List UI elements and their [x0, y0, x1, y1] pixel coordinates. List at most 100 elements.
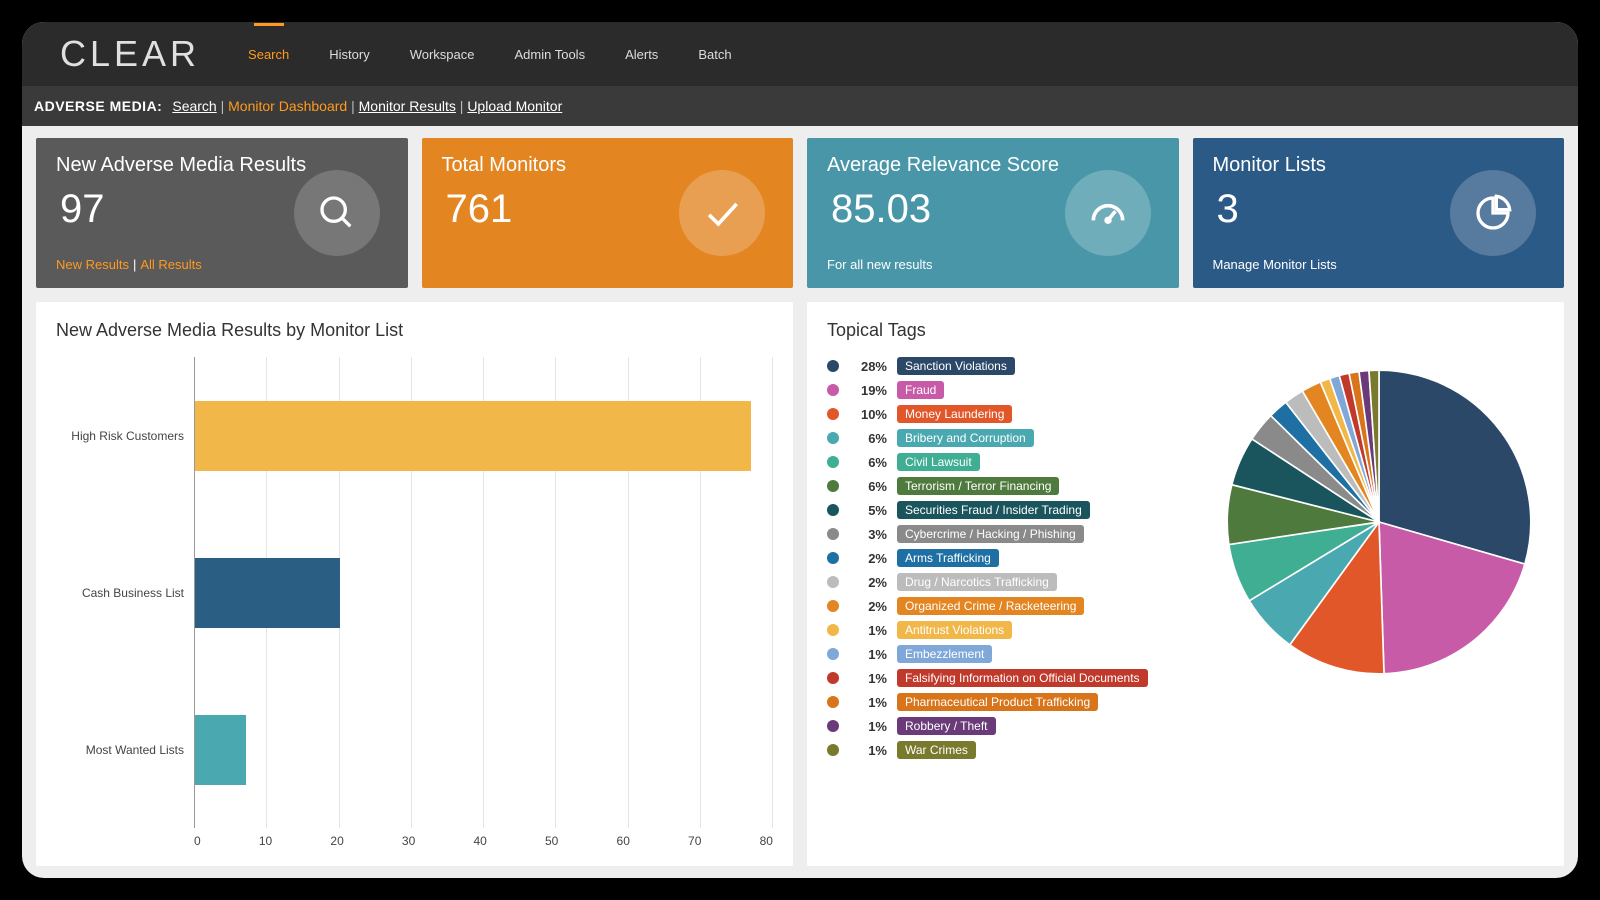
tag-row[interactable]: 6% Terrorism / Terror Financing [827, 477, 1194, 495]
tag-row[interactable]: 3% Cybercrime / Hacking / Phishing [827, 525, 1194, 543]
bar-x-tick: 50 [545, 834, 558, 848]
card-link[interactable]: All Results [140, 257, 201, 272]
sub-nav: ADVERSE MEDIA: Search | Monitor Dashboar… [22, 86, 1578, 126]
subnav-search[interactable]: Search [172, 98, 216, 114]
tag-label: Pharmaceutical Product Trafficking [897, 693, 1098, 711]
subnav-monitor-dashboard[interactable]: Monitor Dashboard [228, 98, 347, 114]
tag-row[interactable]: 2% Arms Trafficking [827, 549, 1194, 567]
tag-dot-icon [827, 360, 839, 372]
bar-chart-panel: New Adverse Media Results by Monitor Lis… [36, 302, 793, 866]
tag-pct: 10% [849, 407, 887, 422]
tag-pct: 2% [849, 551, 887, 566]
tag-pct: 3% [849, 527, 887, 542]
check-icon [679, 170, 765, 256]
tag-dot-icon [827, 648, 839, 660]
tag-pct: 1% [849, 743, 887, 758]
tag-row[interactable]: 19% Fraud [827, 381, 1194, 399]
tag-row[interactable]: 1% Falsifying Information on Official Doc… [827, 669, 1194, 687]
tag-dot-icon [827, 456, 839, 468]
tag-row[interactable]: 6%Civil Lawsuit [827, 453, 1194, 471]
tag-row[interactable]: 1%Antitrust Violations [827, 621, 1194, 639]
topnav-search[interactable]: Search [246, 23, 291, 86]
tag-dot-icon [827, 552, 839, 564]
tags-panel: Topical Tags 28%Sanction Violations 19% Fr… [807, 302, 1564, 866]
tag-pct: 1% [849, 671, 887, 686]
tag-label: Sanction Violations [897, 357, 1015, 375]
tag-label: Terrorism / Terror Financing [897, 477, 1059, 495]
gauge-icon [1065, 170, 1151, 256]
tag-dot-icon [827, 384, 839, 396]
tag-row[interactable]: 10% Money Laundering [827, 405, 1194, 423]
tag-row[interactable]: 6% Bribery and Corruption [827, 429, 1194, 447]
metric-card-2[interactable]: Total Monitors761 [422, 138, 794, 288]
tag-label: Money Laundering [897, 405, 1012, 423]
card-subtext: Manage Monitor Lists [1213, 257, 1337, 272]
tag-pct: 5% [849, 503, 887, 518]
metric-card-1[interactable]: New Adverse Media Results97New Results|A… [36, 138, 408, 288]
tag-label: Bribery and Corruption [897, 429, 1034, 447]
card-link[interactable]: New Results [56, 257, 129, 272]
tag-row[interactable]: 1% War Crimes [827, 741, 1194, 759]
bar [195, 715, 246, 785]
tag-dot-icon [827, 696, 839, 708]
tag-pct: 2% [849, 575, 887, 590]
tag-pct: 6% [849, 431, 887, 446]
tag-label: Arms Trafficking [897, 549, 999, 567]
tag-row[interactable]: 1%Robbery / Theft [827, 717, 1194, 735]
bar-x-tick: 40 [473, 834, 486, 848]
tag-row[interactable]: 1% Embezzlement [827, 645, 1194, 663]
search-icon [294, 170, 380, 256]
tag-row[interactable]: 1% Pharmaceutical Product Trafficking [827, 693, 1194, 711]
tag-pct: 19% [849, 383, 887, 398]
brand-logo: CLEAR [34, 33, 226, 75]
tag-row[interactable]: 2% Drug / Narcotics Trafficking [827, 573, 1194, 591]
tags-pie-chart [1214, 357, 1544, 687]
tag-pct: 2% [849, 599, 887, 614]
topnav-alerts[interactable]: Alerts [623, 23, 660, 86]
tag-label: War Crimes [897, 741, 976, 759]
tag-label: Fraud [897, 381, 944, 399]
bar-y-label: Most Wanted Lists [56, 743, 184, 757]
tag-dot-icon [827, 480, 839, 492]
metric-card-4[interactable]: Monitor Lists3Manage Monitor Lists [1193, 138, 1565, 288]
bar [195, 401, 751, 471]
tag-dot-icon [827, 504, 839, 516]
tag-row[interactable]: 28%Sanction Violations [827, 357, 1194, 375]
bar [195, 558, 340, 628]
tag-row[interactable]: 2% Organized Crime / Racketeering [827, 597, 1194, 615]
tag-row[interactable]: 5% Securities Fraud / Insider Trading [827, 501, 1194, 519]
tag-dot-icon [827, 600, 839, 612]
tag-label: Cybercrime / Hacking / Phishing [897, 525, 1084, 543]
tag-label: Civil Lawsuit [897, 453, 980, 471]
subnav-upload-monitor[interactable]: Upload Monitor [467, 98, 562, 114]
tag-pct: 1% [849, 647, 887, 662]
bar-x-tick: 20 [330, 834, 343, 848]
tag-label: Falsifying Information on Official Docum… [897, 669, 1148, 687]
tag-label: Antitrust Violations [897, 621, 1012, 639]
bar-x-tick: 60 [617, 834, 630, 848]
tag-dot-icon [827, 744, 839, 756]
subnav-monitor-results[interactable]: Monitor Results [359, 98, 456, 114]
bar-x-tick: 10 [259, 834, 272, 848]
tag-pct: 1% [849, 695, 887, 710]
card-subtext: For all new results [827, 257, 932, 272]
topnav-batch[interactable]: Batch [696, 23, 733, 86]
tag-label: Drug / Narcotics Trafficking [897, 573, 1057, 591]
tag-label: Embezzlement [897, 645, 992, 663]
topnav-workspace[interactable]: Workspace [408, 23, 477, 86]
bar-x-tick: 0 [194, 834, 201, 848]
tags-title: Topical Tags [827, 320, 1544, 341]
tag-dot-icon [827, 432, 839, 444]
metric-card-3[interactable]: Average Relevance Score85.03For all new … [807, 138, 1179, 288]
tag-pct: 6% [849, 479, 887, 494]
tag-dot-icon [827, 672, 839, 684]
tag-label: Organized Crime / Racketeering [897, 597, 1084, 615]
tag-dot-icon [827, 624, 839, 636]
pie-icon [1450, 170, 1536, 256]
topnav-history[interactable]: History [327, 23, 371, 86]
tag-label: Robbery / Theft [897, 717, 996, 735]
topnav-admin-tools[interactable]: Admin Tools [513, 23, 588, 86]
tag-label: Securities Fraud / Insider Trading [897, 501, 1090, 519]
top-nav: Search History Workspace Admin Tools Alerts B… [246, 23, 734, 86]
subnav-label: ADVERSE MEDIA: [34, 98, 162, 114]
